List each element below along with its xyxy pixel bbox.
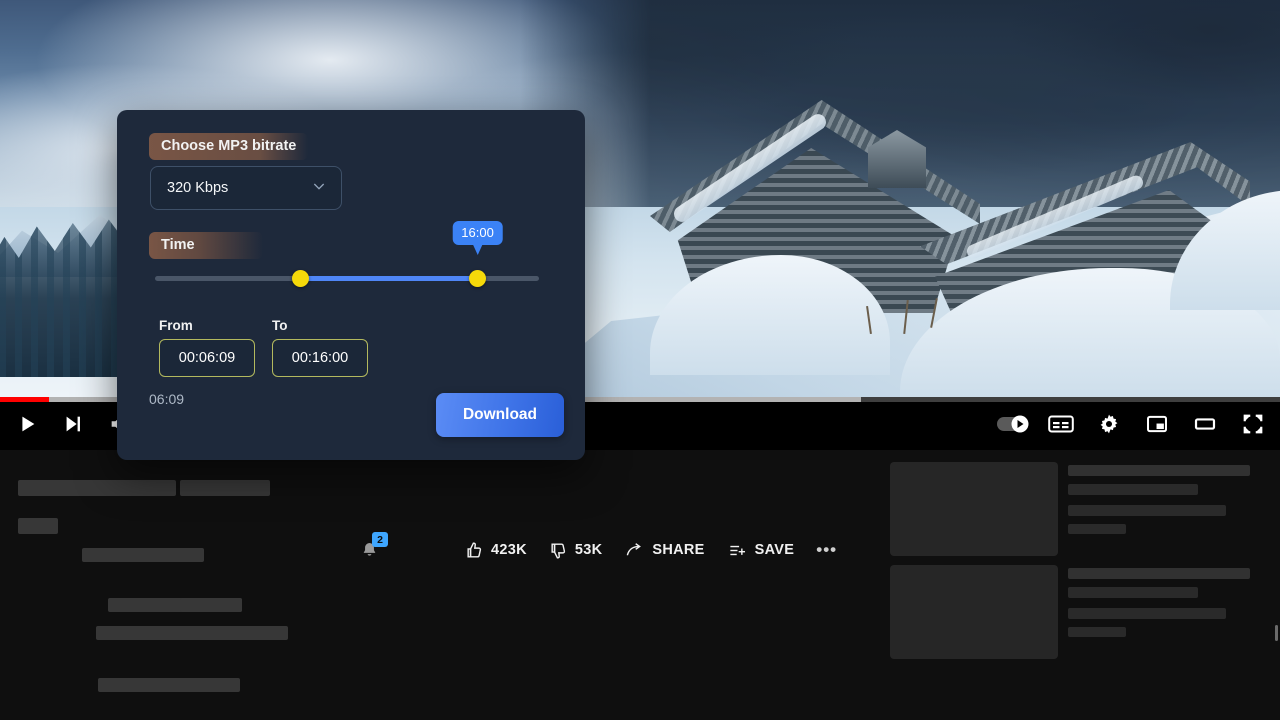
bell-badge: 2 — [372, 532, 388, 547]
miniplayer-icon[interactable] — [1138, 406, 1176, 442]
skeleton-line — [180, 598, 242, 612]
bitrate-section-label: Choose MP3 bitrate — [149, 133, 309, 160]
from-label: From — [159, 318, 193, 333]
video-action-bar: 2 423K 53K SHARE SAVE ••• — [352, 530, 848, 570]
mp3-conversion-dialog: Choose MP3 bitrate 320 Kbps Time 16:00 0… — [117, 110, 585, 460]
to-input[interactable]: 00:16:00 — [272, 339, 368, 377]
share-label: SHARE — [652, 542, 705, 558]
save-button[interactable]: SAVE — [716, 530, 806, 570]
thumbnail-placeholder — [890, 565, 1058, 659]
share-button[interactable]: SHARE — [613, 530, 715, 570]
fullscreen-icon[interactable] — [1234, 406, 1272, 442]
bitrate-selected-value: 320 Kbps — [167, 180, 229, 196]
theater-mode-icon[interactable] — [1186, 406, 1224, 442]
autoplay-toggle-icon[interactable] — [994, 406, 1032, 442]
skeleton-line — [82, 548, 204, 562]
play-icon[interactable] — [8, 406, 46, 442]
progress-played — [0, 397, 49, 402]
thumbs-up-icon — [467, 541, 482, 558]
share-arrow-icon — [627, 542, 642, 555]
slider-selected-range — [300, 276, 478, 281]
slider-tooltip-to: 16:00 — [452, 221, 503, 255]
skeleton-line — [180, 480, 270, 496]
dislike-count: 53K — [574, 542, 603, 558]
more-actions-label: ••• — [816, 540, 838, 559]
like-button[interactable]: 423K — [454, 530, 538, 570]
recommendation-skeleton — [1068, 462, 1264, 556]
from-input[interactable]: 00:06:09 — [159, 339, 255, 377]
download-button[interactable]: Download — [436, 393, 564, 437]
slider-min-label: 06:09 — [149, 391, 185, 407]
playlist-add-icon — [730, 545, 745, 555]
skeleton-line — [96, 626, 288, 640]
scrollbar-thumb[interactable] — [1275, 625, 1278, 641]
like-count: 423K — [491, 542, 527, 558]
settings-gear-icon[interactable] — [1090, 406, 1128, 442]
player-right-controls — [994, 406, 1272, 442]
slider-handle-from[interactable] — [292, 270, 310, 287]
slider-handle-to[interactable] — [469, 270, 487, 287]
save-label: SAVE — [754, 542, 795, 558]
from-field-group: From 00:06:09 — [159, 318, 255, 377]
dislike-button[interactable]: 53K — [538, 530, 614, 570]
thumbs-down-icon — [551, 542, 565, 559]
chevron-down-icon — [311, 178, 327, 199]
bitrate-label-text: Choose MP3 bitrate — [149, 133, 309, 160]
recommendations-sidebar — [880, 450, 1280, 720]
to-field-group: To 00:16:00 — [272, 318, 368, 377]
list-item[interactable] — [890, 462, 1264, 556]
primary-column — [0, 450, 880, 720]
time-label-text: Time — [149, 232, 263, 259]
notification-bell-button[interactable]: 2 — [352, 530, 388, 570]
thumbnail-placeholder — [890, 462, 1058, 556]
subtitles-cc-icon[interactable] — [1042, 406, 1080, 442]
youtube-watch-page: 2 423K 53K SHARE SAVE ••• Choose MP3 bit… — [0, 0, 1280, 720]
time-section-label: Time — [149, 232, 263, 259]
time-range-slider[interactable]: 16:00 — [155, 221, 539, 291]
bitrate-select[interactable]: 320 Kbps — [150, 166, 342, 210]
skeleton-line — [18, 518, 58, 534]
more-actions-button[interactable]: ••• — [805, 530, 848, 570]
skeleton-line — [18, 480, 176, 496]
next-track-icon[interactable] — [54, 406, 92, 442]
to-label: To — [272, 318, 288, 333]
recommendation-skeleton — [1068, 565, 1264, 659]
list-item[interactable] — [890, 565, 1264, 659]
skeleton-line — [98, 678, 240, 692]
